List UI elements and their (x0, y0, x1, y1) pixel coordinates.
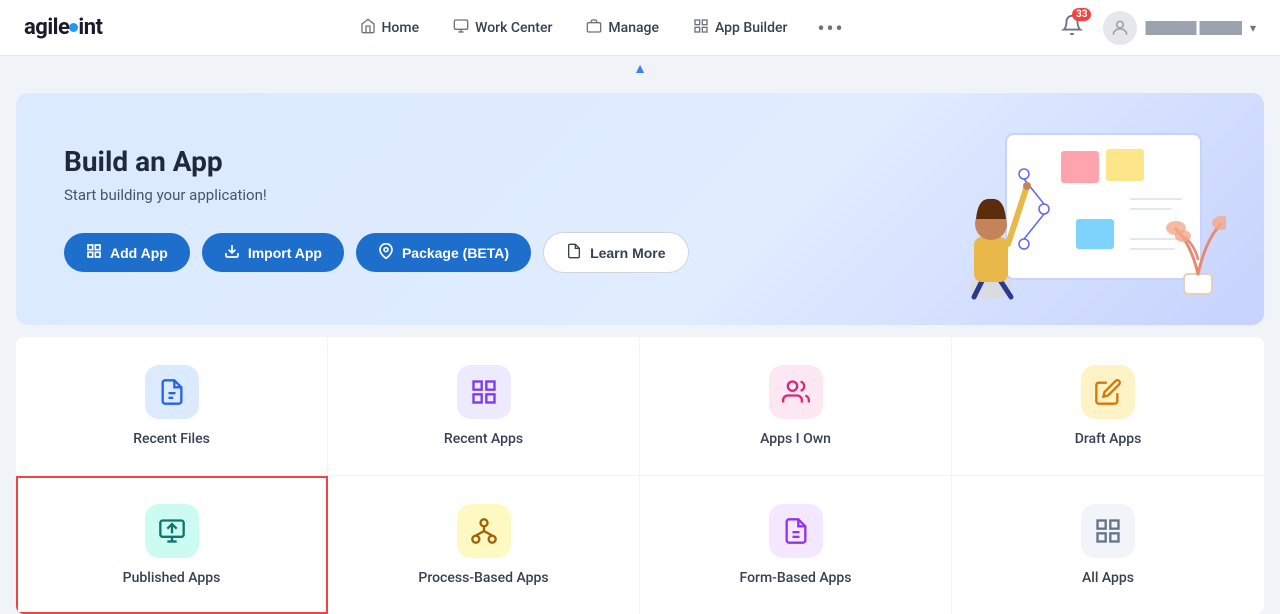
briefcase-icon (586, 18, 602, 38)
chevron-down-icon: ▾ (1250, 21, 1256, 35)
notification-button[interactable]: 33 (1057, 10, 1087, 46)
nav-item-work-center[interactable]: Work Center (439, 10, 566, 46)
all-apps-label: All Apps (1082, 570, 1134, 586)
apps-i-own-label: Apps I Own (760, 431, 831, 447)
draft-apps-icon-wrap (1081, 365, 1135, 419)
app-grid: Recent Files Recent Apps Apps I Own Draf… (16, 337, 1264, 614)
hero-illustration (936, 129, 1216, 289)
cell-process-based-apps[interactable]: Process-Based Apps (328, 476, 640, 614)
header-right: 33 ██████ █████ ▾ (1057, 10, 1256, 46)
package-beta-button[interactable]: Package (BETA) (356, 233, 531, 272)
import-icon (224, 243, 240, 262)
add-app-icon (86, 243, 102, 262)
main-nav: Home Work Center Manage App Builder ••• (142, 8, 1057, 48)
hero-subtitle: Start building your application! (64, 186, 689, 204)
recent-files-label: Recent Files (133, 431, 210, 447)
logo-text: agileint (24, 15, 102, 40)
published-apps-label: Published Apps (123, 570, 221, 586)
import-app-label: Import App (248, 245, 322, 261)
cell-apps-i-own[interactable]: Apps I Own (640, 337, 952, 475)
nav-label-home: Home (382, 20, 420, 36)
nav-more-button[interactable]: ••• (807, 8, 854, 48)
process-apps-icon-wrap (457, 504, 511, 558)
published-apps-icon-wrap (145, 504, 199, 558)
cell-recent-files[interactable]: Recent Files (16, 337, 328, 475)
package-beta-label: Package (BETA) (402, 245, 509, 261)
logo[interactable]: agileint (24, 15, 102, 40)
cell-published-apps[interactable]: Published Apps (16, 476, 328, 614)
collapse-bar[interactable]: ▲ (0, 56, 1280, 81)
nav-label-app-builder: App Builder (715, 20, 787, 36)
all-apps-icon-wrap (1081, 504, 1135, 558)
home-icon (360, 18, 376, 38)
nav-item-home[interactable]: Home (346, 10, 434, 46)
grid-row-1: Recent Files Recent Apps Apps I Own Draf… (16, 337, 1264, 476)
hero-banner: Build an App Start building your applica… (16, 93, 1264, 325)
nav-item-app-builder[interactable]: App Builder (679, 10, 801, 46)
hero-actions: Add App Import App Package (BETA) Learn … (64, 232, 689, 273)
monitor-icon (453, 18, 469, 38)
draft-apps-label: Draft Apps (1075, 431, 1142, 447)
learn-more-button[interactable]: Learn More (543, 232, 688, 273)
learn-more-label: Learn More (590, 245, 665, 261)
collapse-icon: ▲ (633, 61, 647, 77)
process-based-apps-label: Process-Based Apps (418, 570, 548, 586)
apps-i-own-icon-wrap (769, 365, 823, 419)
cell-draft-apps[interactable]: Draft Apps (952, 337, 1264, 475)
user-name: ██████ █████ (1145, 21, 1242, 35)
illustration-svg (936, 129, 1226, 304)
nav-label-work-center: Work Center (475, 20, 552, 36)
grid-icon (693, 18, 709, 38)
grid-row-2: Published Apps Process-Based Apps Form-B… (16, 476, 1264, 614)
learn-more-icon (566, 243, 582, 262)
hero-title: Build an App (64, 145, 689, 178)
nav-label-manage: Manage (608, 20, 659, 36)
recent-apps-icon-wrap (457, 365, 511, 419)
recent-apps-label: Recent Apps (444, 431, 523, 447)
import-app-button[interactable]: Import App (202, 233, 344, 272)
recent-files-icon-wrap (145, 365, 199, 419)
avatar (1103, 11, 1137, 45)
add-app-label: Add App (110, 245, 168, 261)
nav-item-manage[interactable]: Manage (572, 10, 673, 46)
package-icon (378, 243, 394, 262)
notification-badge: 33 (1072, 8, 1091, 21)
hero-content: Build an App Start building your applica… (64, 145, 689, 273)
add-app-button[interactable]: Add App (64, 233, 190, 272)
cell-recent-apps[interactable]: Recent Apps (328, 337, 640, 475)
form-based-apps-label: Form-Based Apps (740, 570, 852, 586)
cell-form-based-apps[interactable]: Form-Based Apps (640, 476, 952, 614)
user-menu[interactable]: ██████ █████ ▾ (1103, 11, 1256, 45)
cell-all-apps[interactable]: All Apps (952, 476, 1264, 614)
form-apps-icon-wrap (769, 504, 823, 558)
header: agileint Home Work Center Manage App (0, 0, 1280, 56)
